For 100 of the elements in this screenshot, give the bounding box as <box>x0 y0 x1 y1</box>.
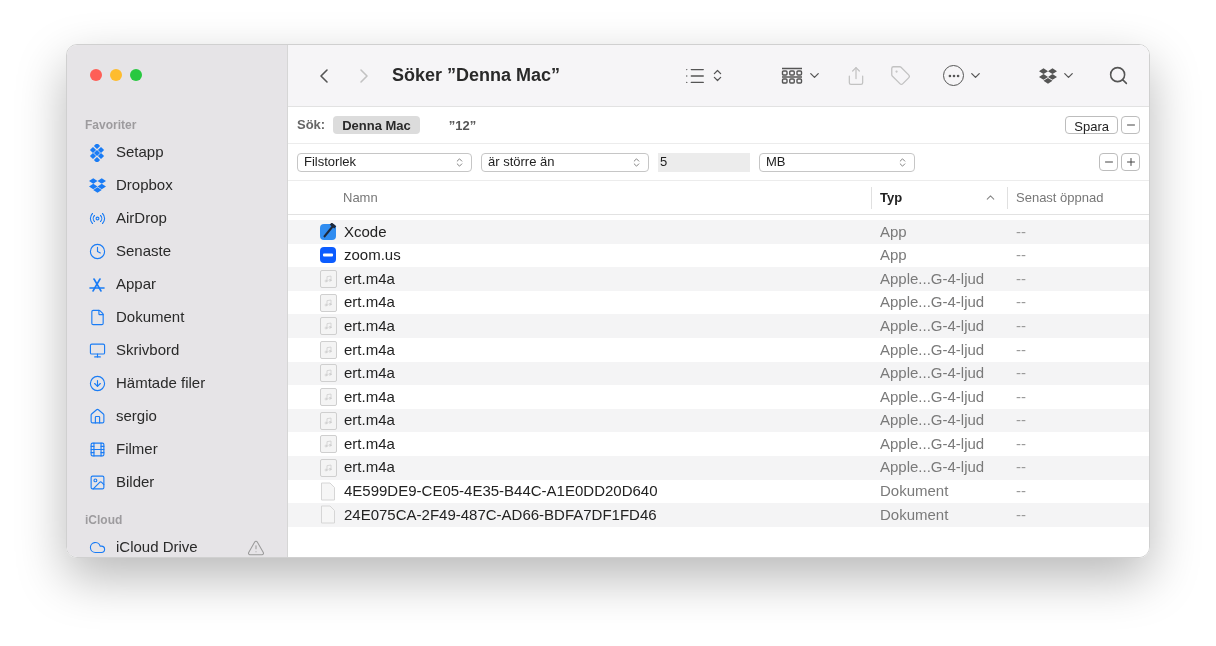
sidebar-item[interactable]: AirDrop <box>85 202 287 235</box>
download-icon <box>88 375 106 392</box>
dropbox-icon <box>1039 66 1057 85</box>
scope-label: Sök: <box>297 116 326 135</box>
close-button[interactable] <box>90 69 102 81</box>
audio-file-icon <box>319 293 337 312</box>
file-name: 4E599DE9-CE05-4E35-B44C-A1E0DD20D640 <box>344 481 658 502</box>
sidebar-item[interactable]: Dropbox <box>85 169 287 202</box>
file-name: Xcode <box>344 221 387 242</box>
plus-icon <box>1124 156 1137 168</box>
up-down-icon <box>454 156 465 168</box>
minimize-button[interactable] <box>110 69 122 81</box>
airdrop-icon <box>88 210 106 227</box>
last-opened: -- <box>1015 363 1026 384</box>
share-icon <box>846 65 866 86</box>
sidebar-item[interactable]: iCloud Drive <box>85 531 287 557</box>
file-name: zoom.us <box>344 245 401 266</box>
up-down-icon <box>897 156 908 168</box>
file-type: Dokument <box>879 504 950 525</box>
sidebar-item[interactable]: Skrivbord <box>85 334 287 367</box>
last-opened: -- <box>1015 245 1026 266</box>
search-icon <box>1108 65 1129 86</box>
file-name: 24E075CA-2F49-487C-AD66-BDFA7DF1FD46 <box>344 504 657 525</box>
file-name: ert.m4a <box>344 410 395 431</box>
last-opened: -- <box>1015 221 1026 242</box>
search-button[interactable] <box>1108 65 1129 86</box>
file-type: Apple...G-4-ljud <box>879 433 986 454</box>
apps-icon <box>88 276 106 293</box>
last-opened: -- <box>1015 315 1026 336</box>
scope-button[interactable]: ”12” <box>439 116 486 134</box>
grid-icon <box>781 66 803 85</box>
file-type: Apple...G-4-ljud <box>879 457 986 478</box>
last-opened: -- <box>1015 292 1026 313</box>
cloud-icon <box>88 539 106 556</box>
hammer-app-icon <box>319 222 337 241</box>
file-type: Apple...G-4-ljud <box>879 386 986 407</box>
up-down-icon <box>631 156 642 168</box>
last-opened: -- <box>1015 410 1026 431</box>
house-icon <box>88 408 106 425</box>
file-name: ert.m4a <box>344 386 395 407</box>
last-opened: -- <box>1015 386 1026 407</box>
sidebar-item[interactable]: Bilder <box>85 466 287 499</box>
sidebar-item[interactable]: Senaste <box>85 235 287 268</box>
audio-file-icon <box>319 340 337 359</box>
file-type: Apple...G-4-ljud <box>879 315 986 336</box>
unit-select[interactable]: MB <box>759 152 915 172</box>
audio-file-icon <box>319 364 337 383</box>
audio-file-icon <box>319 411 337 430</box>
file-name: ert.m4a <box>344 457 395 478</box>
group-button[interactable] <box>781 66 822 85</box>
sidebar-item[interactable]: Dokument <box>85 301 287 334</box>
audio-file-icon <box>319 270 337 288</box>
image-icon <box>88 474 106 491</box>
last-opened: -- <box>1015 433 1026 454</box>
save-button[interactable]: Spara <box>1065 116 1118 134</box>
remove-button[interactable] <box>1099 153 1118 171</box>
sidebar-item[interactable]: sergio <box>85 400 287 433</box>
sidebar-item[interactable]: Setapp <box>85 136 287 169</box>
file-name: ert.m4a <box>344 363 395 384</box>
sidebar-section-title: iCloud <box>85 513 124 527</box>
last-opened: -- <box>1015 339 1026 360</box>
last-opened: -- <box>1015 504 1026 525</box>
sidebar-item[interactable]: Appar <box>85 268 287 301</box>
zoom-button[interactable] <box>130 69 142 81</box>
film-icon <box>88 441 106 458</box>
sidebar-item[interactable]: Filmer <box>85 433 287 466</box>
column-header[interactable]: Senast öppnad <box>1007 186 1149 209</box>
dropbox-button[interactable] <box>1039 66 1076 85</box>
scope-button[interactable]: Denna Mac <box>333 116 420 134</box>
operator-select[interactable]: är större än <box>481 152 649 172</box>
remove-button[interactable] <box>1121 116 1140 134</box>
file-type: Apple...G-4-ljud <box>879 363 986 384</box>
tag-icon <box>890 65 911 86</box>
add-button[interactable] <box>1121 153 1140 171</box>
file-type: Dokument <box>879 481 950 502</box>
display-icon <box>88 342 106 359</box>
window-title: Söker ”Denna Mac” <box>392 64 561 87</box>
file-type: Apple...G-4-ljud <box>879 339 986 360</box>
audio-file-icon <box>319 458 337 477</box>
file-name: ert.m4a <box>344 339 395 360</box>
last-opened: -- <box>1015 481 1026 502</box>
document-icon <box>88 309 106 326</box>
clock-icon <box>88 243 106 260</box>
attribute-select[interactable]: Filstorlek <box>297 152 472 172</box>
last-opened: -- <box>1015 268 1026 289</box>
file-name: ert.m4a <box>344 292 395 313</box>
file-name: ert.m4a <box>344 315 395 336</box>
file-type: Apple...G-4-ljud <box>879 410 986 431</box>
file-type: Apple...G-4-ljud <box>879 292 986 313</box>
file-name: ert.m4a <box>344 268 395 289</box>
diamonds-icon <box>89 143 105 162</box>
sidebar-item[interactable]: Hämtade filer <box>85 367 287 400</box>
dropbox-icon <box>88 177 106 194</box>
file-type: App <box>879 221 908 242</box>
value-field[interactable]: 5 <box>658 152 750 172</box>
sidebar-section-title: Favoriter <box>85 118 138 132</box>
column-header[interactable]: Namn <box>288 186 871 209</box>
last-opened: -- <box>1015 457 1026 478</box>
file-type: Apple...G-4-ljud <box>879 268 986 289</box>
column-header[interactable]: Typ <box>871 186 1007 209</box>
